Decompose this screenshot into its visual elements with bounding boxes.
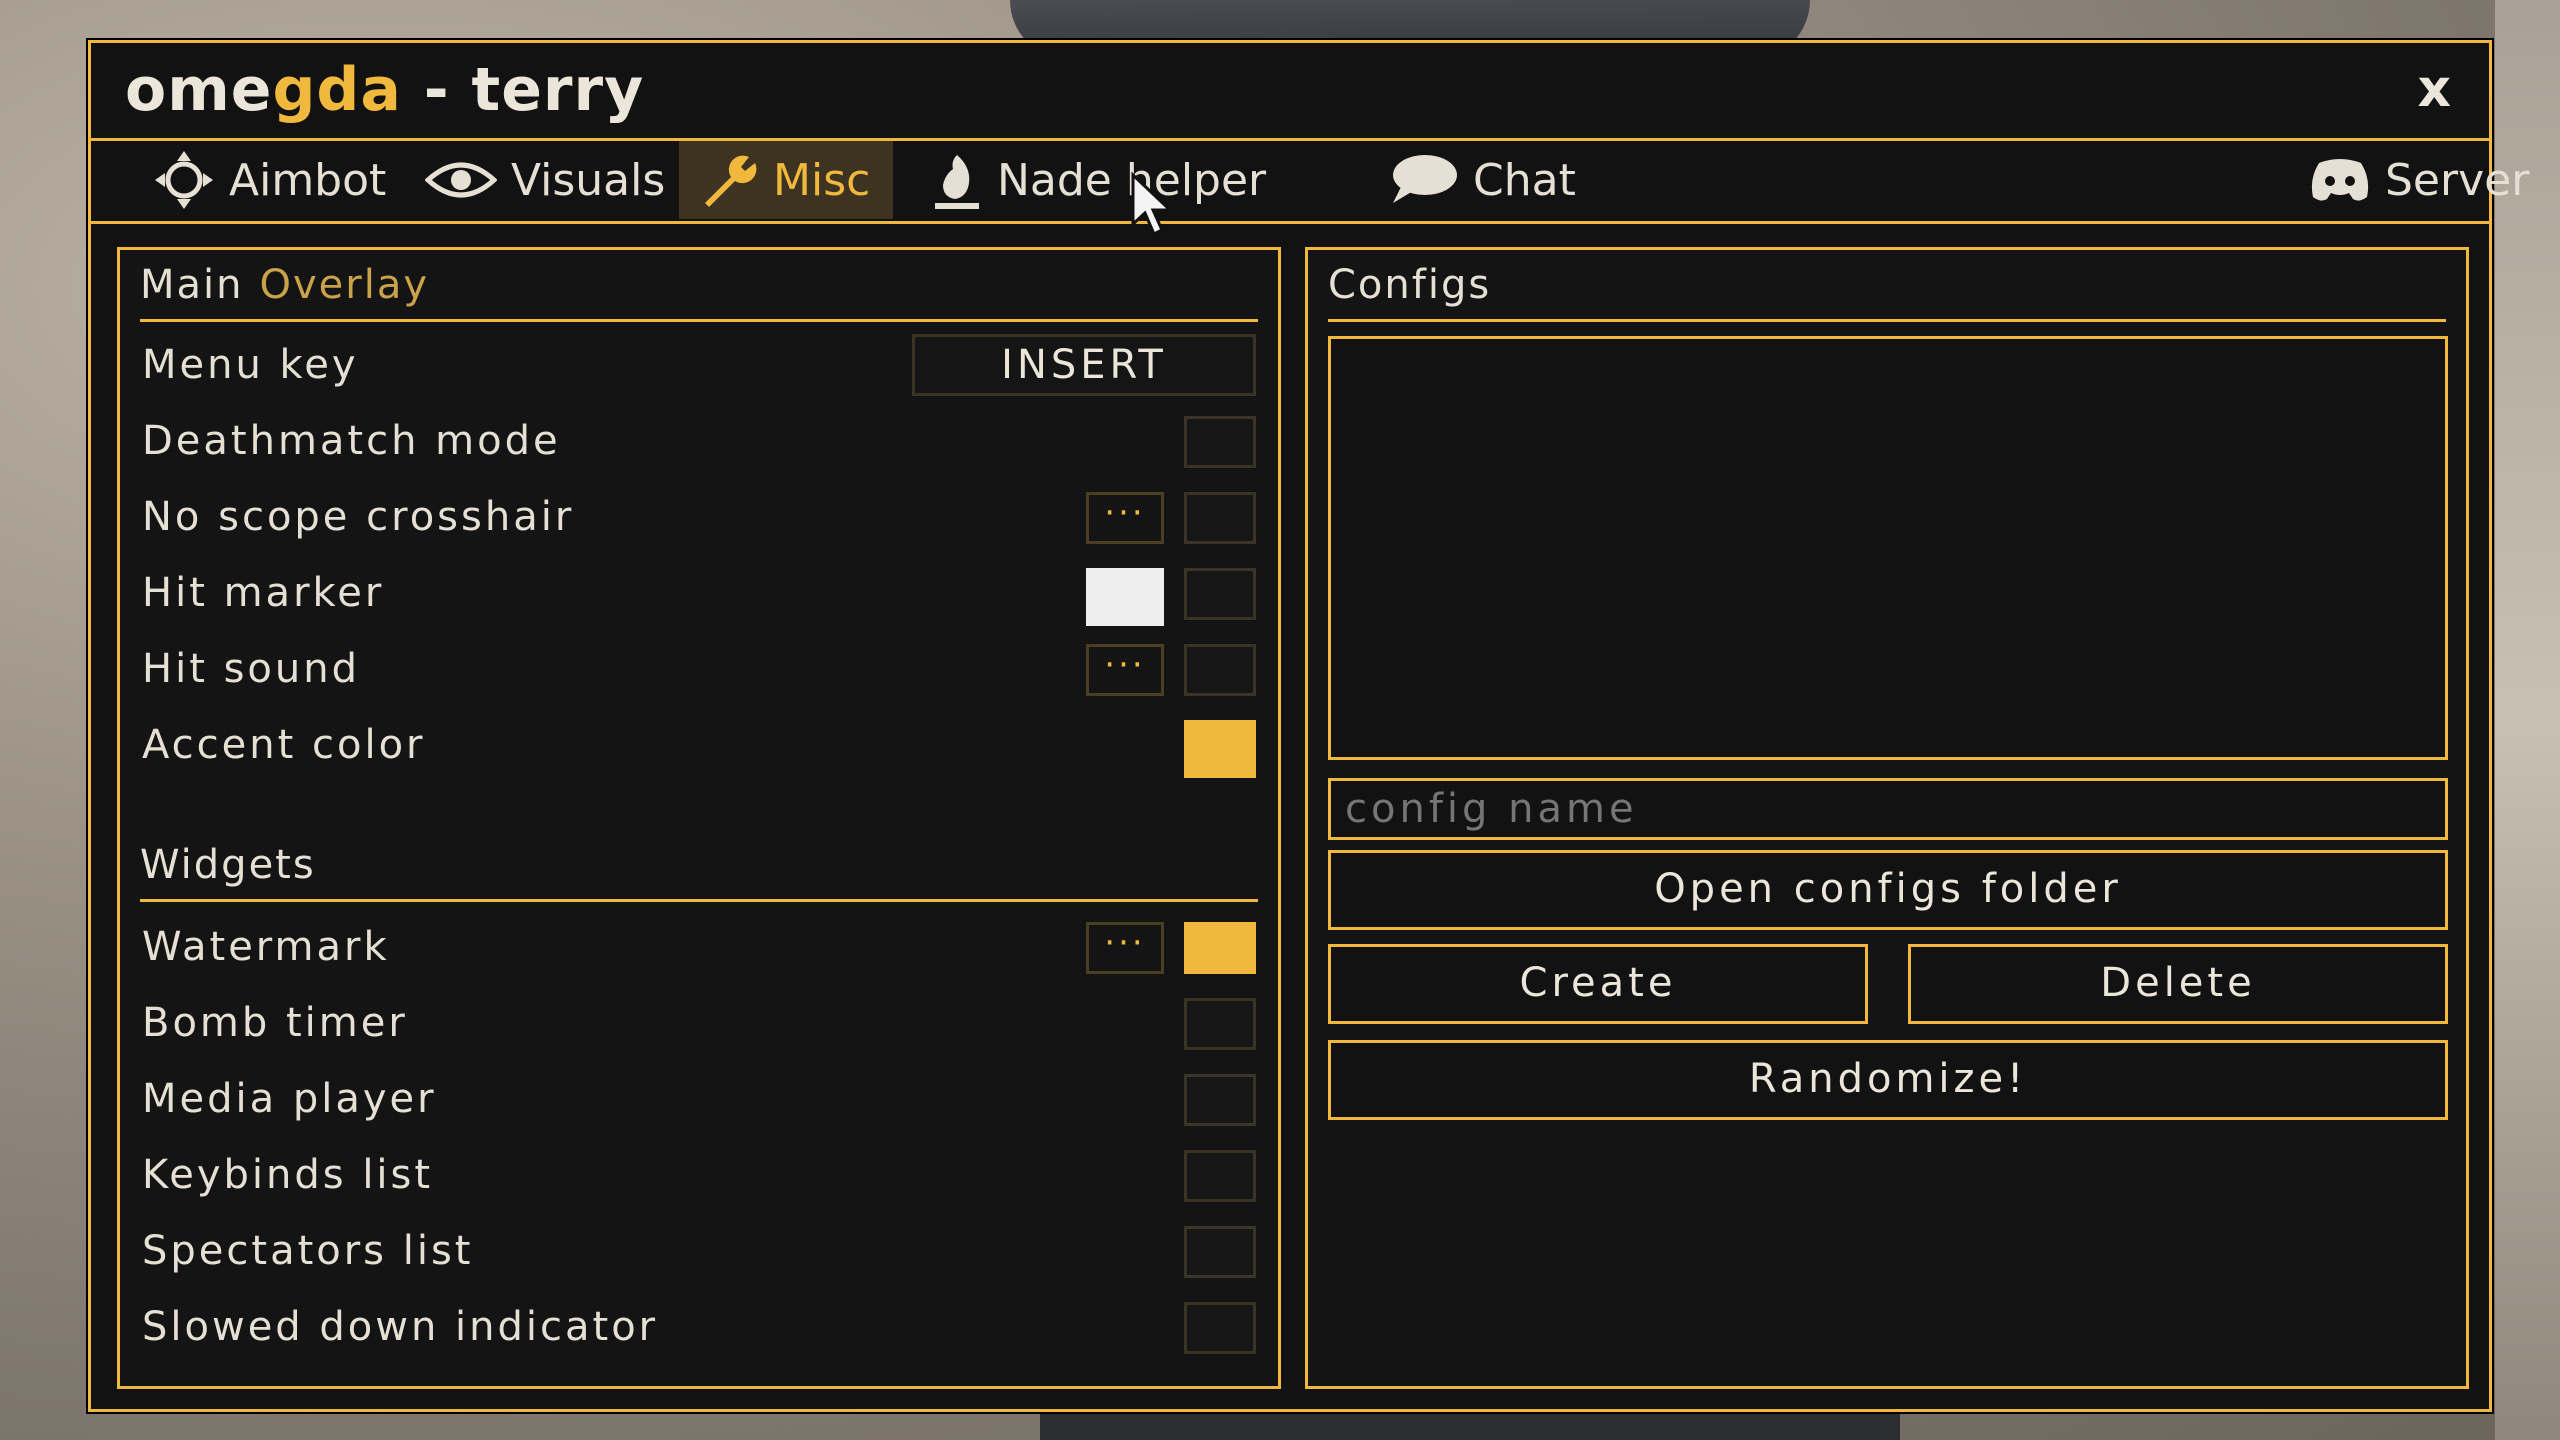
media-player-row: Media player bbox=[140, 1064, 1256, 1134]
deathmatch-row: Deathmatch mode bbox=[140, 406, 1256, 476]
close-button[interactable]: x bbox=[2417, 59, 2451, 119]
header-overlay-label[interactable]: Overlay bbox=[260, 262, 430, 308]
accent-color-label: Accent color bbox=[142, 722, 426, 768]
hitsound-row: Hit sound ··· bbox=[140, 634, 1256, 704]
discord-icon bbox=[2309, 157, 2371, 203]
grenade-icon bbox=[931, 147, 983, 213]
spectators-list-row: Spectators list bbox=[140, 1216, 1256, 1286]
media-player-label: Media player bbox=[142, 1076, 437, 1122]
widgets-section-header: Widgets bbox=[140, 832, 1258, 902]
watermark-checkbox[interactable] bbox=[1184, 922, 1256, 974]
configs-section-header: Configs bbox=[1328, 252, 2446, 322]
main-section-header: Main Overlay bbox=[140, 252, 1258, 322]
tab-label: Chat bbox=[1473, 154, 1576, 206]
bomb-timer-label: Bomb timer bbox=[142, 1000, 408, 1046]
configs-header-label: Configs bbox=[1328, 262, 1492, 308]
deathmatch-label: Deathmatch mode bbox=[142, 418, 561, 464]
delete-config-button[interactable]: Delete bbox=[1908, 944, 2448, 1024]
keybinds-list-row: Keybinds list bbox=[140, 1140, 1256, 1210]
hitmarker-color-swatch[interactable] bbox=[1086, 568, 1164, 626]
watermark-row: Watermark ··· bbox=[140, 912, 1256, 982]
crosshair-icon bbox=[153, 149, 215, 211]
slowed-down-checkbox[interactable] bbox=[1184, 1302, 1256, 1354]
tab-visuals[interactable]: Visuals bbox=[407, 141, 683, 219]
open-configs-folder-button[interactable]: Open configs folder bbox=[1328, 850, 2448, 930]
window-title: omegda - terry bbox=[125, 55, 645, 125]
tab-label: Aimbot bbox=[229, 154, 387, 206]
bomb-timer-row: Bomb timer bbox=[140, 988, 1256, 1058]
keybinds-list-checkbox[interactable] bbox=[1184, 1150, 1256, 1202]
noscope-label: No scope crosshair bbox=[142, 494, 575, 540]
tab-chat[interactable]: Chat bbox=[1369, 141, 1594, 219]
tab-misc[interactable]: Misc bbox=[679, 141, 893, 219]
watermark-options-button[interactable]: ··· bbox=[1086, 922, 1164, 974]
menu-key-button[interactable]: INSERT bbox=[912, 334, 1256, 396]
mouse-cursor-icon bbox=[1130, 171, 1176, 242]
title-bar[interactable]: omegda - terry x bbox=[91, 43, 2489, 141]
chat-bubble-icon bbox=[1387, 153, 1459, 207]
tab-label: Server bbox=[2385, 154, 2530, 206]
noscope-options-button[interactable]: ··· bbox=[1086, 492, 1164, 544]
accent-color-row: Accent color bbox=[140, 710, 1256, 780]
header-main-label: Main bbox=[140, 262, 244, 308]
menu-key-label: Menu key bbox=[142, 342, 359, 388]
wrench-icon bbox=[697, 149, 759, 211]
watermark-label: Watermark bbox=[142, 924, 390, 970]
slowed-down-row: Slowed down indicator bbox=[140, 1292, 1256, 1362]
configs-panel: Configs Open configs folder Create Delet… bbox=[1305, 247, 2469, 1389]
hitsound-label: Hit sound bbox=[142, 646, 360, 692]
slowed-down-label: Slowed down indicator bbox=[142, 1304, 659, 1350]
create-config-button[interactable]: Create bbox=[1328, 944, 1868, 1024]
tab-server[interactable]: Server bbox=[2291, 141, 2547, 219]
spectators-list-label: Spectators list bbox=[142, 1228, 474, 1274]
tab-nade-helper[interactable]: Nade helper bbox=[913, 141, 1284, 219]
cheat-menu-window: omegda - terry x Aimbot Visuals Misc Nad… bbox=[88, 40, 2529, 1412]
configs-list[interactable] bbox=[1328, 336, 2448, 760]
bomb-timer-checkbox[interactable] bbox=[1184, 998, 1256, 1050]
spectators-list-checkbox[interactable] bbox=[1184, 1226, 1256, 1278]
config-name-input[interactable] bbox=[1328, 778, 2448, 840]
hitmarker-label: Hit marker bbox=[142, 570, 385, 616]
media-player-checkbox[interactable] bbox=[1184, 1074, 1256, 1126]
hitmarker-row: Hit marker bbox=[140, 558, 1256, 628]
misc-main-panel: Main Overlay Menu key INSERT Deathmatch m… bbox=[117, 247, 1281, 1389]
keybinds-list-label: Keybinds list bbox=[142, 1152, 434, 1198]
accent-color-swatch[interactable] bbox=[1184, 720, 1256, 778]
noscope-checkbox[interactable] bbox=[1184, 492, 1256, 544]
hitsound-checkbox[interactable] bbox=[1184, 644, 1256, 696]
deathmatch-checkbox[interactable] bbox=[1184, 416, 1256, 468]
tab-aimbot[interactable]: Aimbot bbox=[135, 141, 404, 219]
tab-label: Misc bbox=[773, 154, 871, 206]
hitmarker-checkbox[interactable] bbox=[1184, 568, 1256, 620]
noscope-row: No scope crosshair ··· bbox=[140, 482, 1256, 552]
hitsound-options-button[interactable]: ··· bbox=[1086, 644, 1164, 696]
background-floor-object bbox=[1040, 1408, 1900, 1440]
tab-bar: Aimbot Visuals Misc Nade helper Chat Ser… bbox=[91, 141, 2529, 224]
randomize-button[interactable]: Randomize! bbox=[1328, 1040, 2448, 1120]
menu-key-row: Menu key INSERT bbox=[140, 330, 1256, 400]
eye-icon bbox=[425, 156, 497, 204]
widgets-header-label: Widgets bbox=[140, 842, 316, 888]
tab-label: Visuals bbox=[511, 154, 666, 206]
